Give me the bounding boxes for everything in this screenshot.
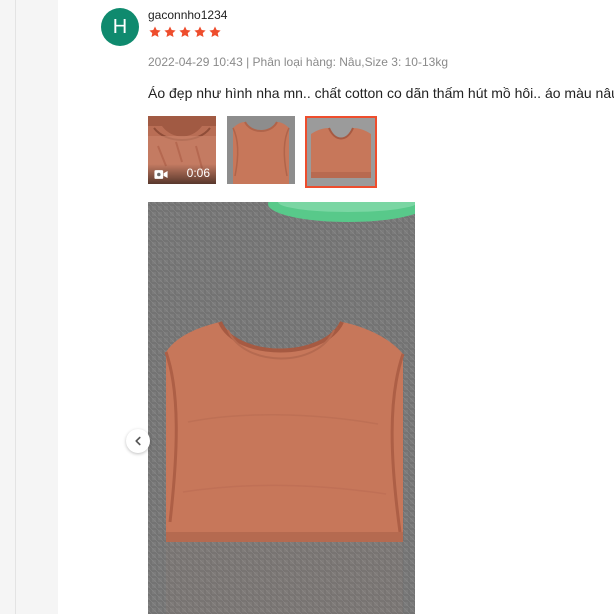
star-icon xyxy=(149,26,161,38)
review-meta: 2022-04-29 10:43 | Phân loại hàng: Nâu,S… xyxy=(148,55,448,69)
left-gutter xyxy=(0,0,15,614)
thumbnail-image xyxy=(227,116,295,184)
main-image-photo xyxy=(148,202,415,614)
media-thumbnail-video[interactable]: 0:06 xyxy=(148,116,216,184)
left-panel xyxy=(16,0,58,614)
video-camera-icon xyxy=(154,170,168,179)
star-icon xyxy=(179,26,191,38)
video-duration: 0:06 xyxy=(186,166,210,180)
star-icon xyxy=(164,26,176,38)
review-comment: Áo đẹp như hình nha mn.. chất cotton co … xyxy=(148,85,614,101)
thumbnail-image xyxy=(307,118,375,186)
main-review-image[interactable] xyxy=(148,202,415,614)
previous-image-button[interactable] xyxy=(126,429,150,453)
star-icon xyxy=(209,26,221,38)
reviewer-username[interactable]: gaconnho1234 xyxy=(148,8,227,22)
review-page: H gaconnho1234 2022-04-29 10:43 | Phân l… xyxy=(0,0,614,614)
star-icon xyxy=(194,26,206,38)
avatar-initial: H xyxy=(112,15,128,38)
chevron-left-icon xyxy=(135,436,141,446)
avatar[interactable]: H xyxy=(101,8,139,46)
media-thumbnail[interactable] xyxy=(227,116,295,184)
media-thumbnail-selected[interactable] xyxy=(305,116,377,188)
rating-stars xyxy=(148,25,222,39)
